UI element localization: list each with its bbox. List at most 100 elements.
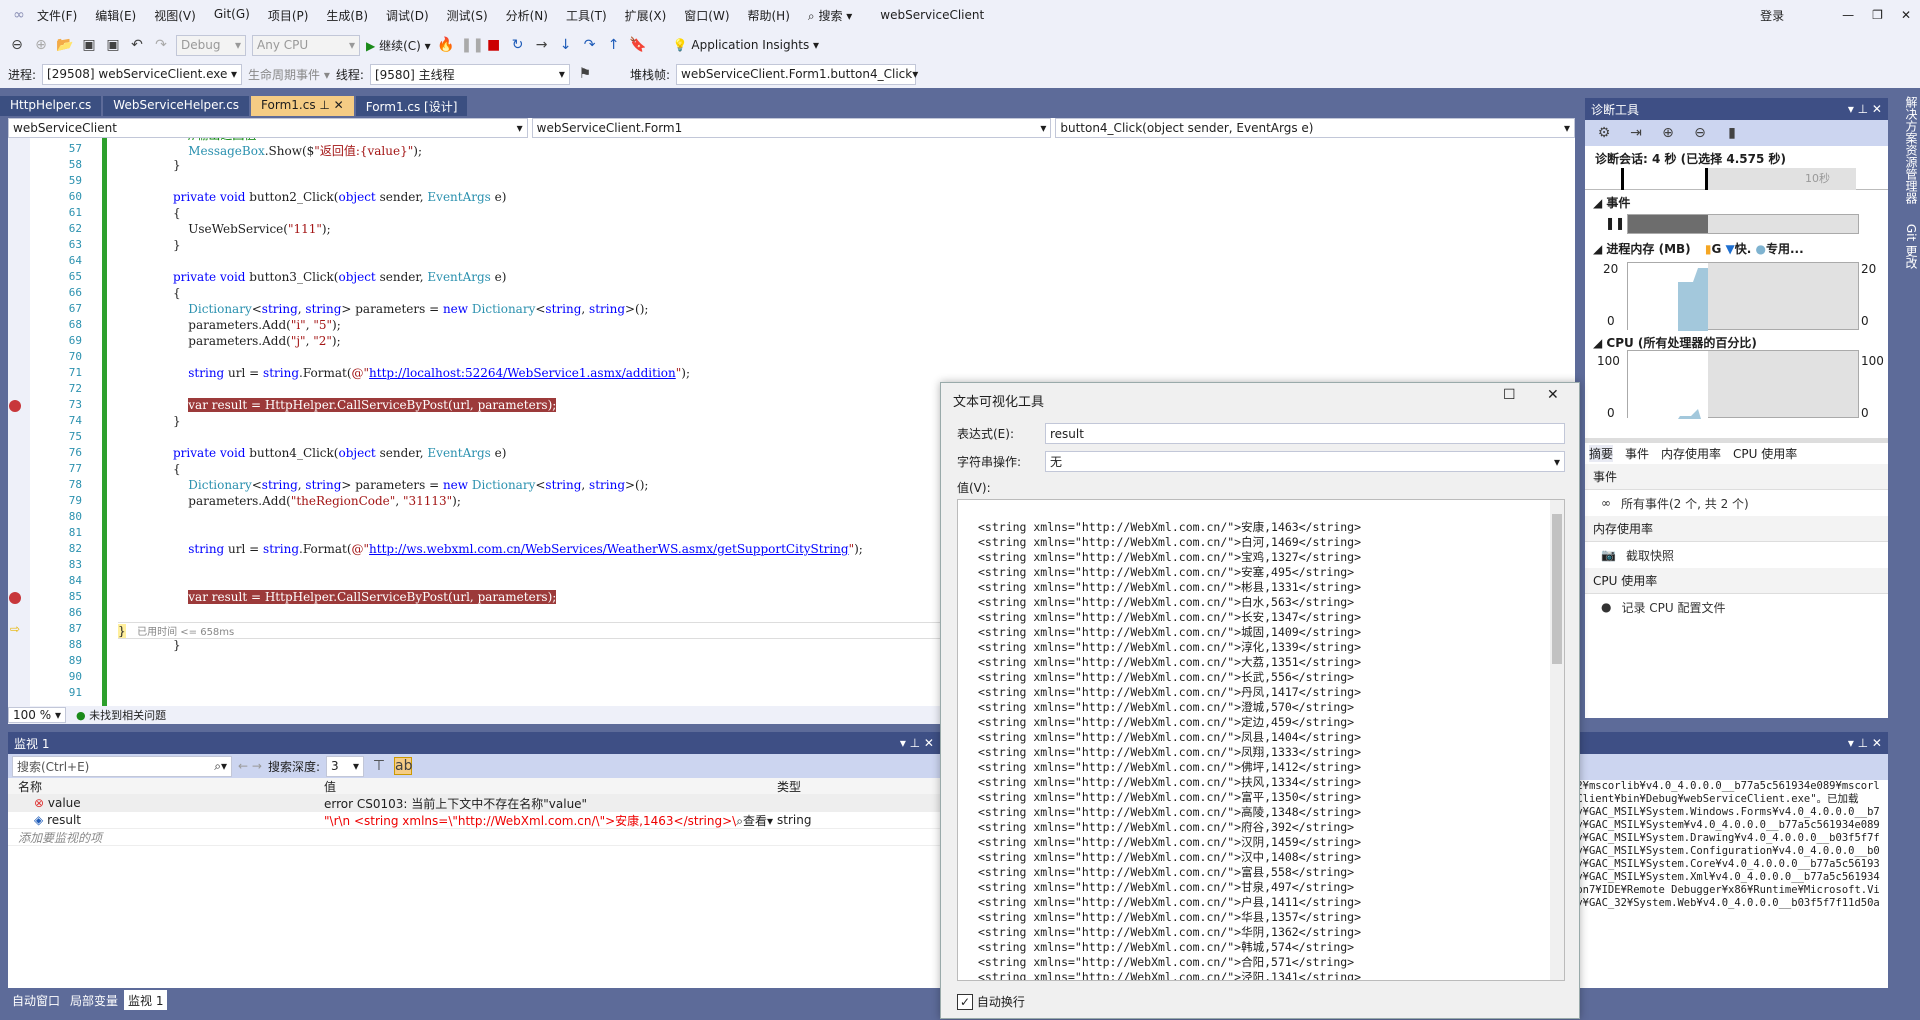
code-line[interactable]: { xyxy=(173,462,181,476)
record-cpu-button[interactable]: ● 记录 CPU 配置文件 xyxy=(1585,594,1888,620)
pause-icon[interactable]: ❚❚ xyxy=(1605,216,1625,230)
code-line[interactable]: { xyxy=(173,286,181,300)
member-select[interactable]: button4_Click(object sender, EventArgs e… xyxy=(1055,118,1576,138)
code-line[interactable]: var result = HttpHelper.CallServiceByPos… xyxy=(173,398,557,412)
scrollbar[interactable] xyxy=(1550,500,1564,980)
flag-icon[interactable]: ⚑ xyxy=(576,66,594,82)
value-textbox[interactable]: <string xmlns="http://WebXml.com.cn/">安康… xyxy=(957,499,1565,981)
breakpoint-icon[interactable] xyxy=(9,592,21,604)
code-line[interactable]: Dictionary<string, string> parameters = … xyxy=(173,478,648,492)
tab-format-icon[interactable]: ab xyxy=(393,757,412,775)
code-line[interactable]: parameters.Add("i", "5"); xyxy=(173,318,341,332)
login-button[interactable]: 登录 xyxy=(1751,7,1793,24)
project-select[interactable]: webServiceClient ▾ xyxy=(8,118,528,138)
code-line[interactable]: parameters.Add("j", "2"); xyxy=(173,334,340,348)
snapshot-button[interactable]: 📷 截取快照 xyxy=(1585,542,1888,568)
open-icon[interactable]: 📂 xyxy=(56,37,74,53)
menu-item[interactable]: Git(G) xyxy=(205,7,259,24)
all-events-link[interactable]: ∞ 所有事件(2 个, 共 2 个) xyxy=(1585,490,1888,516)
diag-tab[interactable]: 摘要 xyxy=(1589,445,1614,462)
lifecycle-events-button[interactable]: 生命周期事件 ▾ xyxy=(248,66,330,83)
insights-button[interactable]: 💡 Application Insights ▾ xyxy=(673,38,819,52)
diag-tab[interactable]: 事件 xyxy=(1625,445,1649,462)
code-line[interactable]: private void button2_Click(object sender… xyxy=(173,190,506,204)
step-out-icon[interactable]: ↑ xyxy=(605,37,623,53)
back-icon[interactable]: ⊖ xyxy=(8,37,26,53)
step-into-icon[interactable]: ↓ xyxy=(557,37,575,53)
undo-icon[interactable]: ↶ xyxy=(128,37,146,53)
close-button[interactable]: ✕ xyxy=(1892,8,1920,22)
zoom-in-icon[interactable]: ⊕ xyxy=(1659,125,1677,141)
zoom-out-icon[interactable]: ⊖ xyxy=(1691,125,1709,141)
code-line[interactable]: string url = string.Format(@"http://ws.w… xyxy=(173,542,863,556)
search-button[interactable]: ⌕ 搜索 ▾ xyxy=(799,7,861,24)
menu-item[interactable]: 工具(T) xyxy=(557,7,616,24)
class-select[interactable]: webServiceClient.Form1 ▾ xyxy=(531,118,1052,138)
bookmark-icon[interactable]: 🔖 xyxy=(629,37,647,53)
save-icon[interactable]: ▣ xyxy=(80,37,98,53)
code-line[interactable]: } xyxy=(173,414,181,428)
close-tab-icon[interactable]: ⊥ ✕ xyxy=(316,98,343,112)
menu-item[interactable]: 扩展(X) xyxy=(616,7,676,24)
tab-locals[interactable]: 局部变量 xyxy=(66,990,122,1010)
panel-controls[interactable]: ▾ ⊥ ✕ xyxy=(900,736,934,750)
panel-controls[interactable]: ▾ ⊥ ✕ xyxy=(1848,102,1882,116)
menu-item[interactable]: 文件(F) xyxy=(28,7,86,24)
solution-explorer-tab[interactable]: 解决方案资源管理器 xyxy=(1904,96,1918,204)
platform-select[interactable]: Any CPU ▾ xyxy=(252,34,360,56)
code-line[interactable]: MessageBox.Show($"返回值:{value}"); xyxy=(173,142,422,159)
stack-frame-select[interactable]: webServiceClient.Form1.button4_Click ▾ xyxy=(676,63,918,85)
zoom-select[interactable]: 100 % ▾ xyxy=(8,707,66,723)
expression-input[interactable]: result xyxy=(1045,423,1565,444)
issues-status[interactable]: ● 未找到相关问题 xyxy=(76,707,166,723)
menu-item[interactable]: 视图(V) xyxy=(145,7,205,24)
menu-item[interactable]: 分析(N) xyxy=(497,7,557,24)
panel-controls[interactable]: ▾ ⊥ ✕ xyxy=(1848,736,1882,750)
code-line[interactable]: private void button3_Click(object sender… xyxy=(173,270,506,284)
pause-icon[interactable]: ❚❚ xyxy=(461,37,484,53)
memory-chart[interactable] xyxy=(1627,262,1859,331)
watch-row[interactable]: ⊗ value error CS0103: 当前上下文中不存在名称"value" xyxy=(8,795,940,812)
cpu-chart[interactable] xyxy=(1627,350,1859,419)
config-select[interactable]: Debug ▾ xyxy=(176,34,246,56)
show-next-statement-icon[interactable]: → xyxy=(533,37,551,53)
close-button[interactable]: ✕ xyxy=(1547,387,1559,403)
back-icon[interactable]: ← → xyxy=(238,759,262,773)
add-watch-row[interactable]: 添加要监视的项 xyxy=(8,829,940,846)
tab-autos[interactable]: 自动窗口 xyxy=(8,990,64,1010)
watch-search-input[interactable]: 搜索(Ctrl+E) ⌕▾ xyxy=(12,755,232,777)
tab-2[interactable]: Form1.cs ⊥ ✕ xyxy=(251,96,354,116)
menu-item[interactable]: 编辑(E) xyxy=(86,7,145,24)
code-line[interactable]: } xyxy=(173,238,181,252)
thread-select[interactable]: [9580] 主线程 ▾ xyxy=(369,63,570,85)
restart-icon[interactable]: ↻ xyxy=(509,37,527,53)
menu-item[interactable]: 测试(S) xyxy=(438,7,497,24)
step-over-icon[interactable]: ↷ xyxy=(581,37,599,53)
code-line[interactable]: parameters.Add("theRegionCode", "31113")… xyxy=(173,494,461,508)
menu-item[interactable]: 窗口(W) xyxy=(675,7,738,24)
process-select[interactable]: [29508] webServiceClient.exe ▾ xyxy=(42,63,243,85)
menu-item[interactable]: 帮助(H) xyxy=(739,7,799,24)
output-text[interactable]: 32¥mscorlib¥v4.0_4.0.0.0__b77a5c561934e0… xyxy=(1580,780,1888,910)
minimize-button[interactable]: — xyxy=(1833,8,1863,22)
watch-row[interactable]: ◈ result "\r\n <string xmlns=\"http://We… xyxy=(8,812,940,829)
tab-1[interactable]: WebServiceHelper.cs xyxy=(103,96,250,116)
breakpoint-icon[interactable] xyxy=(9,400,21,412)
code-line[interactable]: private void button4_Click(object sender… xyxy=(173,446,506,460)
code-line[interactable]: { xyxy=(173,206,181,220)
word-wrap-checkbox[interactable]: ✓ 自动换行 xyxy=(957,993,1025,1010)
menu-item[interactable]: 生成(B) xyxy=(317,7,377,24)
git-changes-tab[interactable]: Git 更改 xyxy=(1904,224,1918,269)
diag-tab[interactable]: CPU 使用率 xyxy=(1733,445,1797,462)
breakpoint-gutter[interactable] xyxy=(8,138,30,706)
code-line[interactable]: var result = HttpHelper.CallServiceByPos… xyxy=(173,590,557,604)
string-operation-select[interactable]: 无 ▾ xyxy=(1045,451,1565,472)
code-line[interactable]: Dictionary<string, string> parameters = … xyxy=(173,302,648,316)
save-all-icon[interactable]: ▣ xyxy=(104,37,122,53)
timeline-ruler[interactable]: 10秒 xyxy=(1585,168,1888,190)
tab-0[interactable]: HttpHelper.cs xyxy=(0,96,102,116)
hot-reload-icon[interactable]: 🔥 xyxy=(437,37,455,53)
maximize-button[interactable]: ☐ xyxy=(1503,387,1516,403)
export-icon[interactable]: ⇥ xyxy=(1627,125,1645,141)
forward-icon[interactable]: ⊕ xyxy=(32,37,50,53)
